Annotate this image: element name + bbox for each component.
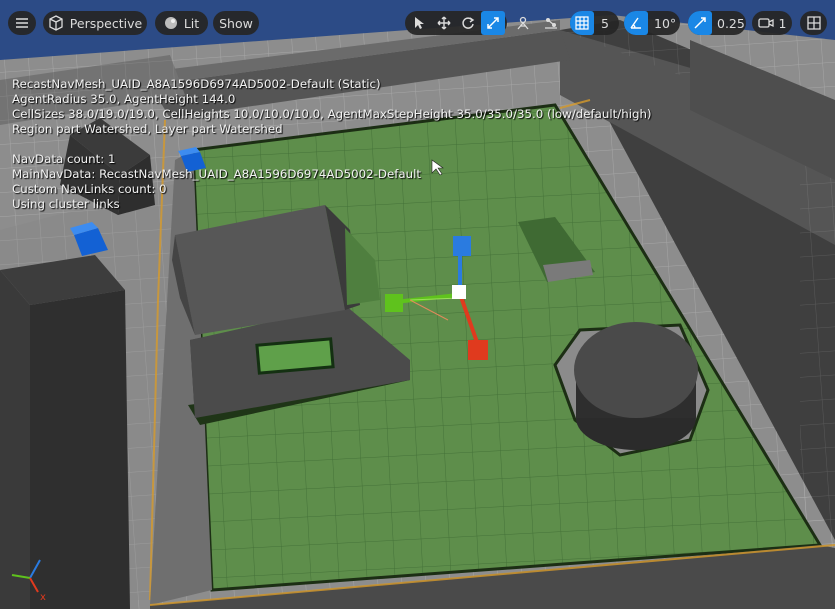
left-tower[interactable] xyxy=(0,255,130,609)
surface-snap-button[interactable] xyxy=(539,11,563,35)
angle-icon xyxy=(630,17,641,29)
camera-icon xyxy=(757,18,774,28)
grid-icon xyxy=(575,16,589,30)
main-navdata-text: MainNavData: RecastNavMesh_UAID_A8A1596D… xyxy=(12,167,421,181)
menu-icon xyxy=(16,18,28,28)
transform-tools xyxy=(405,11,507,35)
scale-snap-toggle[interactable] xyxy=(688,11,712,35)
lit-label: Lit xyxy=(183,15,200,31)
show-button[interactable]: Show xyxy=(213,11,259,35)
lit-button[interactable]: Lit xyxy=(155,11,208,35)
surface-snap-icon xyxy=(545,18,557,29)
cell-text: CellSizes 38.0/19.0/19.0, CellHeights 10… xyxy=(12,107,652,121)
cluster-links-text: Using cluster links xyxy=(12,197,120,211)
rotation-snap-group: 10° xyxy=(624,11,680,35)
select-tool[interactable] xyxy=(407,11,431,35)
scale-snap-icon xyxy=(694,17,706,29)
scale-snap-value[interactable]: 0.25 xyxy=(717,16,745,31)
rotation-snap-toggle[interactable] xyxy=(624,11,648,35)
level-viewport[interactable]: x Perspective Lit Show 5 10° 0.25 1 Reca… xyxy=(0,0,835,609)
cube-icon xyxy=(49,15,63,31)
scale-tool[interactable] xyxy=(480,11,505,35)
grid-snap-toggle[interactable] xyxy=(570,11,594,35)
svg-text:x: x xyxy=(40,592,46,603)
region-text: Region part Watershed, Layer part Waters… xyxy=(12,122,283,136)
grid-snap-group: 5 xyxy=(570,11,619,35)
viewport-layout-button[interactable] xyxy=(800,11,827,35)
move-icon xyxy=(437,16,451,30)
perspective-button[interactable]: Perspective xyxy=(43,11,147,35)
rotate-tool[interactable] xyxy=(456,11,480,35)
rotate-icon xyxy=(462,17,475,29)
custom-navlinks-text: Custom NavLinks count: 0 xyxy=(12,182,167,196)
agent-text: AgentRadius 35.0, AgentHeight 144.0 xyxy=(12,92,236,106)
navmesh-name-text: RecastNavMesh_UAID_A8A1596D6974AD5002-De… xyxy=(12,77,381,91)
pointer-icon xyxy=(415,17,425,29)
grid-snap-value[interactable]: 5 xyxy=(601,16,609,31)
world-icon xyxy=(517,16,529,30)
navdata-count-text: NavData count: 1 xyxy=(12,152,116,166)
scale-snap-group: 0.25 xyxy=(688,11,746,35)
translate-tool[interactable] xyxy=(432,11,456,35)
rotation-snap-value[interactable]: 10° xyxy=(654,16,676,31)
viewport-menu-button[interactable] xyxy=(8,11,36,35)
perspective-label: Perspective xyxy=(69,15,143,31)
world-local-button[interactable] xyxy=(511,11,535,35)
show-label: Show xyxy=(219,15,253,31)
scale-icon xyxy=(487,17,499,29)
camera-speed-button[interactable]: 1 xyxy=(752,11,792,35)
layout-icon xyxy=(806,16,821,30)
camera-speed-value: 1 xyxy=(778,15,787,31)
light-bulb-icon xyxy=(164,17,177,29)
